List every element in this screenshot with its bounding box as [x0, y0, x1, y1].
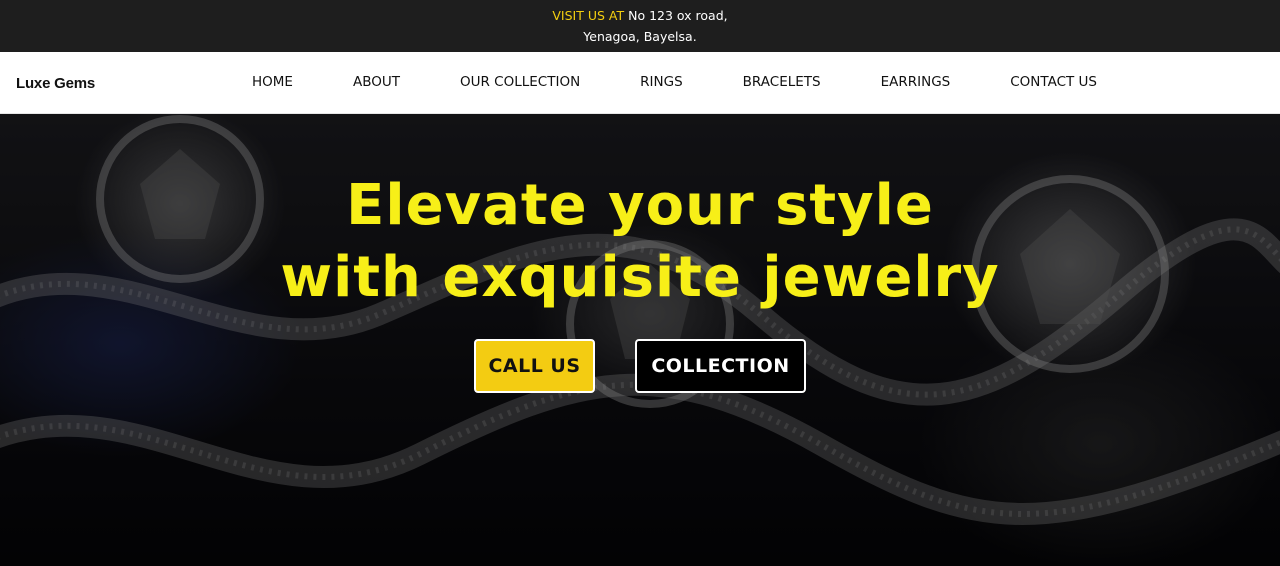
nav-item-rings[interactable]: RINGS — [610, 74, 713, 90]
call-us-button[interactable]: CALL US — [474, 339, 595, 393]
top-info-bar: VISIT US AT No 123 ox road, Yenagoa, Bay… — [0, 0, 1280, 52]
collection-button[interactable]: COLLECTION — [635, 339, 806, 393]
main-navbar: Luxe Gems HOME ABOUT OUR COLLECTION RING… — [0, 52, 1280, 114]
headline-line-2: with exquisite jewelry — [280, 245, 1000, 310]
address-line-1: VISIT US AT No 123 ox road, — [552, 5, 727, 26]
headline-line-1: Elevate your style — [346, 173, 934, 238]
address-street: No 123 ox road, — [628, 8, 728, 23]
nav-item-bracelets[interactable]: BRACELETS — [713, 74, 851, 90]
nav-item-earrings[interactable]: EARRINGS — [851, 74, 981, 90]
address-line-2: Yenagoa, Bayelsa. — [583, 29, 697, 44]
brand-logo[interactable]: Luxe Gems — [16, 52, 95, 114]
hero-headline: Elevate your style with exquisite jewelr… — [0, 170, 1280, 314]
nav-item-about[interactable]: ABOUT — [323, 74, 430, 90]
nav-item-home[interactable]: HOME — [222, 74, 323, 90]
nav-item-our-collection[interactable]: OUR COLLECTION — [430, 74, 610, 90]
nav-item-contact-us[interactable]: CONTACT US — [980, 74, 1127, 90]
nav-menu: HOME ABOUT OUR COLLECTION RINGS BRACELET… — [222, 52, 1127, 112]
hero-section: Elevate your style with exquisite jewelr… — [0, 114, 1280, 566]
visit-label: VISIT US AT — [552, 8, 625, 23]
